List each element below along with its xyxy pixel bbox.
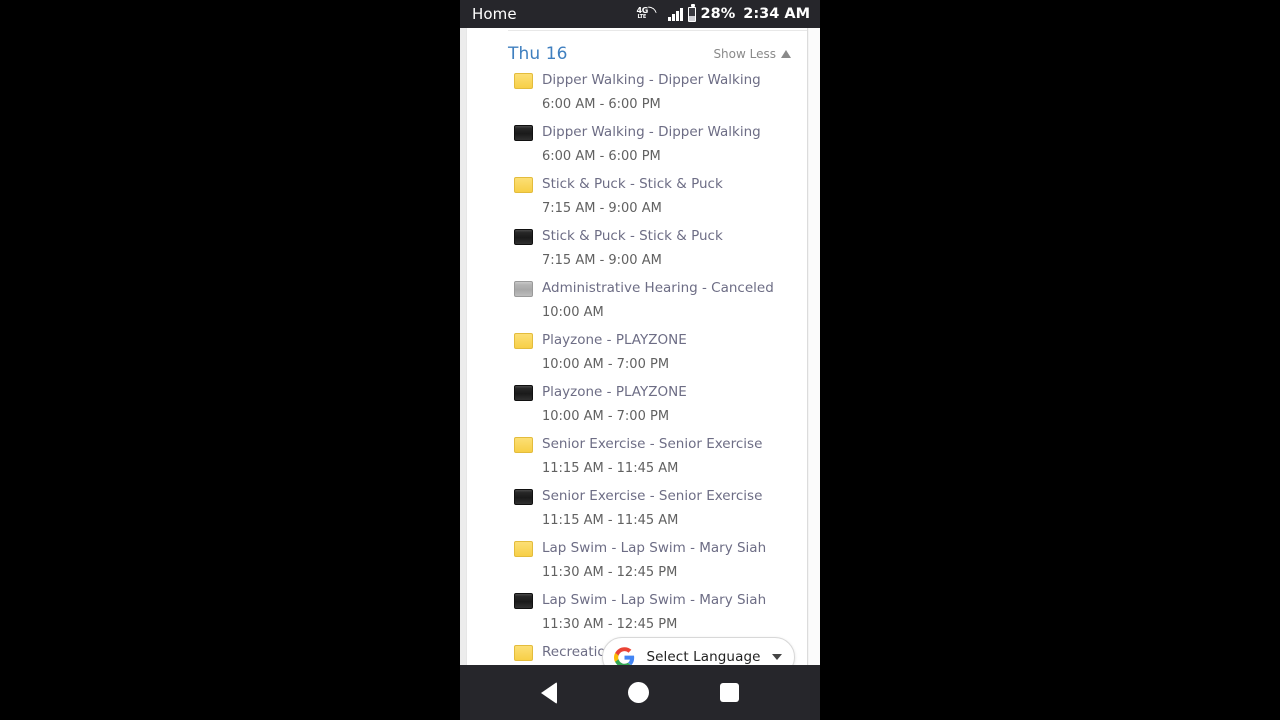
event-row[interactable]: Playzone - PLAYZONE 10:00 AM - 7:00 PM: [467, 330, 807, 382]
event-row[interactable]: Dipper Walking - Dipper Walking 6:00 AM -…: [467, 70, 807, 122]
event-title[interactable]: Dipper Walking - Dipper Walking: [542, 70, 761, 90]
event-text-block: Playzone - PLAYZONE 10:00 AM - 7:00 PM: [514, 330, 687, 382]
google-g-icon: [614, 646, 635, 665]
google-translate-widget[interactable]: Select Language: [602, 637, 795, 665]
event-row[interactable]: Senior Exercise - Senior Exercise 11:15 A…: [467, 486, 807, 538]
event-time: 10:00 AM - 7:00 PM: [542, 357, 670, 372]
select-language-label: Select Language: [646, 649, 761, 665]
event-text-block: Senior Exercise - Senior Exercise 11:15 A…: [514, 486, 762, 538]
event-row[interactable]: Playzone - PLAYZONE 10:00 AM - 7:00 PM: [467, 382, 807, 434]
event-row[interactable]: Lap Swim - Lap Swim - Mary Siah 11:30 AM …: [467, 538, 807, 590]
event-text-block: Dipper Walking - Dipper Walking 6:00 AM -…: [514, 122, 761, 174]
event-text-block: Dipper Walking - Dipper Walking 6:00 AM -…: [514, 70, 761, 122]
back-triangle-icon[interactable]: [541, 681, 558, 704]
event-time: 6:00 AM - 6:00 PM: [542, 149, 661, 164]
home-circle-icon[interactable]: [627, 682, 649, 703]
event-title[interactable]: Senior Exercise - Senior Exercise: [542, 486, 762, 506]
event-color-swatch-yellow: [514, 73, 533, 89]
event-text-block: Stick & Puck - Stick & Puck 7:15 AM - 9:0…: [514, 226, 723, 278]
event-color-swatch-dark: [514, 385, 533, 401]
network-wave-icon: [646, 4, 657, 15]
event-time: 7:15 AM - 9:00 AM: [542, 253, 662, 268]
event-time: 11:30 AM - 12:45 PM: [542, 617, 678, 632]
event-row[interactable]: Senior Exercise - Senior Exercise 11:15 A…: [467, 434, 807, 486]
event-title[interactable]: Stick & Puck - Stick & Puck: [542, 174, 723, 194]
event-title[interactable]: Senior Exercise - Senior Exercise: [542, 434, 762, 454]
event-row[interactable]: Lap Swim - Lap Swim - Mary Siah 11:30 AM …: [467, 590, 807, 642]
event-row[interactable]: Stick & Puck - Stick & Puck 7:15 AM - 9:0…: [467, 174, 807, 226]
event-time: 7:15 AM - 9:00 AM: [542, 201, 662, 216]
event-title[interactable]: Administrative Hearing - Canceled: [542, 278, 774, 298]
signal-strength-icon: [667, 7, 683, 21]
event-title[interactable]: Dipper Walking - Dipper Walking: [542, 122, 761, 142]
event-color-swatch-gray: [514, 281, 533, 297]
event-row[interactable]: Dipper Walking - Dipper Walking 6:00 AM -…: [467, 122, 807, 174]
battery-percent-label: 28%: [700, 6, 736, 22]
android-navigation-bar: [460, 665, 820, 720]
event-text-block: Lap Swim - Lap Swim - Mary Siah 11:30 AM …: [514, 538, 766, 590]
status-bar-indicators: 4G LTE 28% 2:34 AM: [637, 4, 810, 23]
event-title[interactable]: Playzone - PLAYZONE: [542, 382, 687, 402]
event-color-swatch-yellow: [514, 645, 533, 661]
event-time: 11:30 AM - 12:45 PM: [542, 565, 678, 580]
event-color-swatch-dark: [514, 125, 533, 141]
event-color-swatch-yellow: [514, 177, 533, 193]
event-text-block: Stick & Puck - Stick & Puck 7:15 AM - 9:0…: [514, 174, 723, 226]
event-color-swatch-dark: [514, 229, 533, 245]
phone-screen: Home 4G LTE 28% 2:34 AM Thu 16 Show Less: [460, 0, 820, 720]
event-color-swatch-yellow: [514, 333, 533, 349]
event-color-swatch-dark: [514, 489, 533, 505]
event-list: Dipper Walking - Dipper Walking 6:00 AM -…: [467, 64, 807, 662]
event-text-block: Administrative Hearing - Canceled 10:00 A…: [514, 278, 774, 330]
event-color-swatch-yellow: [514, 541, 533, 557]
show-less-label: Show Less: [713, 47, 776, 61]
show-less-button[interactable]: Show Less: [713, 44, 791, 61]
status-bar-clock: 2:34 AM: [743, 6, 810, 22]
event-title[interactable]: Lap Swim - Lap Swim - Mary Siah: [542, 538, 766, 558]
status-bar-title: Home: [472, 5, 517, 23]
event-time: 11:15 AM - 11:45 AM: [542, 513, 679, 528]
event-color-swatch-dark: [514, 593, 533, 609]
day-label: Thu 16: [508, 44, 568, 64]
event-time: 10:00 AM - 7:00 PM: [542, 409, 670, 424]
page-viewport[interactable]: Thu 16 Show Less Dipper Walking - Dipper…: [460, 28, 820, 665]
event-time: 10:00 AM: [542, 305, 604, 320]
day-header: Thu 16 Show Less: [467, 28, 807, 64]
event-color-swatch-yellow: [514, 437, 533, 453]
event-time: 11:15 AM - 11:45 AM: [542, 461, 679, 476]
event-title[interactable]: Stick & Puck - Stick & Puck: [542, 226, 723, 246]
event-row[interactable]: Administrative Hearing - Canceled 10:00 A…: [467, 278, 807, 330]
event-text-block: Senior Exercise - Senior Exercise 11:15 A…: [514, 434, 762, 486]
status-bar: Home 4G LTE 28% 2:34 AM: [460, 0, 820, 28]
caret-up-icon: [781, 50, 791, 58]
calendar-card: Thu 16 Show Less Dipper Walking - Dipper…: [466, 28, 808, 665]
event-row[interactable]: Stick & Puck - Stick & Puck 7:15 AM - 9:0…: [467, 226, 807, 278]
network-4g-lte-icon: 4G LTE: [637, 4, 663, 23]
event-text-block: Playzone - PLAYZONE 10:00 AM - 7:00 PM: [514, 382, 687, 434]
chevron-down-icon[interactable]: [772, 654, 782, 660]
event-text-block: Lap Swim - Lap Swim - Mary Siah 11:30 AM …: [514, 590, 766, 642]
event-title[interactable]: Playzone - PLAYZONE: [542, 330, 687, 350]
event-title[interactable]: Lap Swim - Lap Swim - Mary Siah: [542, 590, 766, 610]
page-gutter-right: [809, 28, 820, 665]
battery-icon: [687, 4, 696, 22]
recents-square-icon[interactable]: [719, 683, 739, 702]
network-subtype-label: LTE: [637, 13, 647, 20]
event-time: 6:00 AM - 6:00 PM: [542, 97, 661, 112]
